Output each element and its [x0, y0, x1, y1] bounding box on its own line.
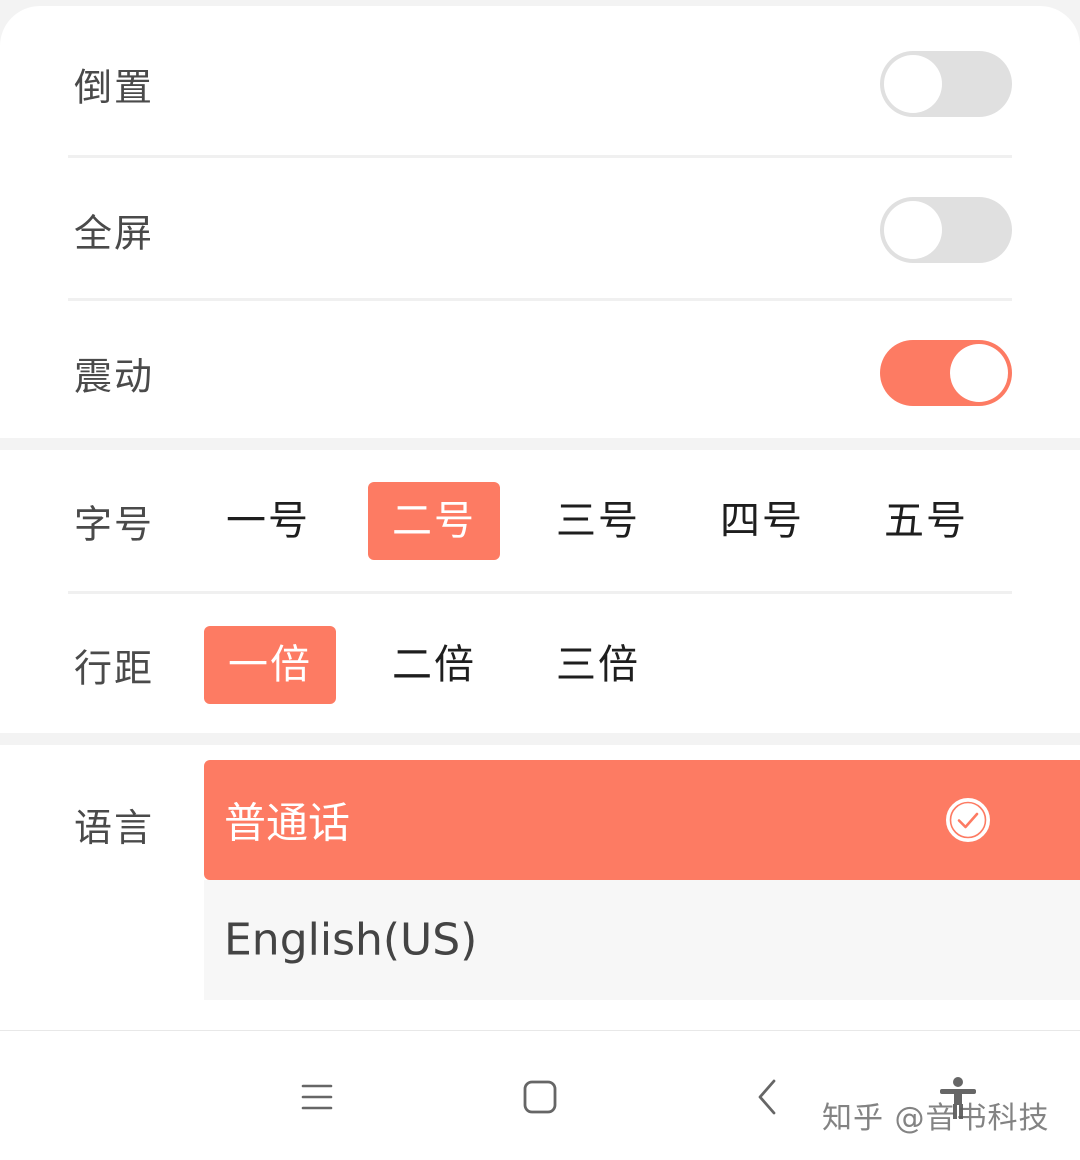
- font-size-option-3[interactable]: 三号: [532, 482, 664, 560]
- line-spacing-label: 行距: [74, 646, 155, 691]
- check-circle-icon: [946, 798, 990, 842]
- invert-switch[interactable]: [880, 50, 1012, 117]
- recent-apps-button[interactable]: [293, 1073, 341, 1121]
- toggle-settings-card: 倒置 全屏 震动: [0, 6, 1080, 438]
- toggle-row-vibration: 震动: [68, 298, 1012, 444]
- vibration-switch[interactable]: [880, 339, 1012, 406]
- switch-knob: [950, 343, 1008, 402]
- home-button[interactable]: [516, 1073, 564, 1121]
- language-option-label: English(US): [224, 914, 478, 966]
- back-button[interactable]: [744, 1073, 792, 1121]
- back-icon: [758, 1079, 776, 1115]
- language-option-mandarin[interactable]: 普通话: [204, 760, 1080, 880]
- text-settings-card: 字号 一号 二号 三号 四号 五号 行距 一倍 二倍 三倍: [0, 450, 1080, 733]
- line-spacing-option-2x[interactable]: 二倍: [368, 626, 500, 704]
- font-size-option-5[interactable]: 五号: [860, 482, 992, 560]
- language-settings-card: 语言 普通话 English(US): [0, 745, 1080, 1030]
- line-spacing-row: 行距 一倍 二倍 三倍: [68, 591, 1012, 736]
- vibration-label: 震动: [74, 354, 155, 398]
- font-size-option-1[interactable]: 一号: [202, 482, 334, 560]
- switch-knob: [884, 200, 942, 259]
- fullscreen-switch[interactable]: [880, 196, 1012, 263]
- font-size-option-2[interactable]: 二号: [368, 482, 500, 560]
- font-size-row: 字号 一号 二号 三号 四号 五号: [68, 450, 1012, 592]
- line-spacing-option-1x[interactable]: 一倍: [204, 626, 336, 704]
- language-label: 语言: [74, 806, 155, 850]
- font-size-option-4[interactable]: 四号: [696, 482, 828, 560]
- toggle-row-invert: 倒置: [68, 12, 1012, 155]
- language-option-english[interactable]: English(US): [204, 880, 1080, 1000]
- watermark-text: 知乎 @音书科技: [822, 1101, 1050, 1136]
- system-nav-bar: 知乎 @音书科技: [0, 1030, 1080, 1160]
- invert-label: 倒置: [74, 65, 155, 109]
- settings-screen: 倒置 全屏 震动 字号 一号 二号 三号 四号 五号 行距 一倍 二倍 三倍 语…: [0, 0, 1080, 1160]
- home-icon: [523, 1080, 557, 1114]
- menu-icon: [301, 1084, 333, 1110]
- language-option-label: 普通话: [224, 798, 351, 848]
- switch-knob: [884, 54, 942, 113]
- line-spacing-option-3x[interactable]: 三倍: [532, 626, 664, 704]
- fullscreen-label: 全屏: [74, 211, 155, 255]
- toggle-row-fullscreen: 全屏: [68, 155, 1012, 301]
- font-size-label: 字号: [74, 502, 155, 547]
